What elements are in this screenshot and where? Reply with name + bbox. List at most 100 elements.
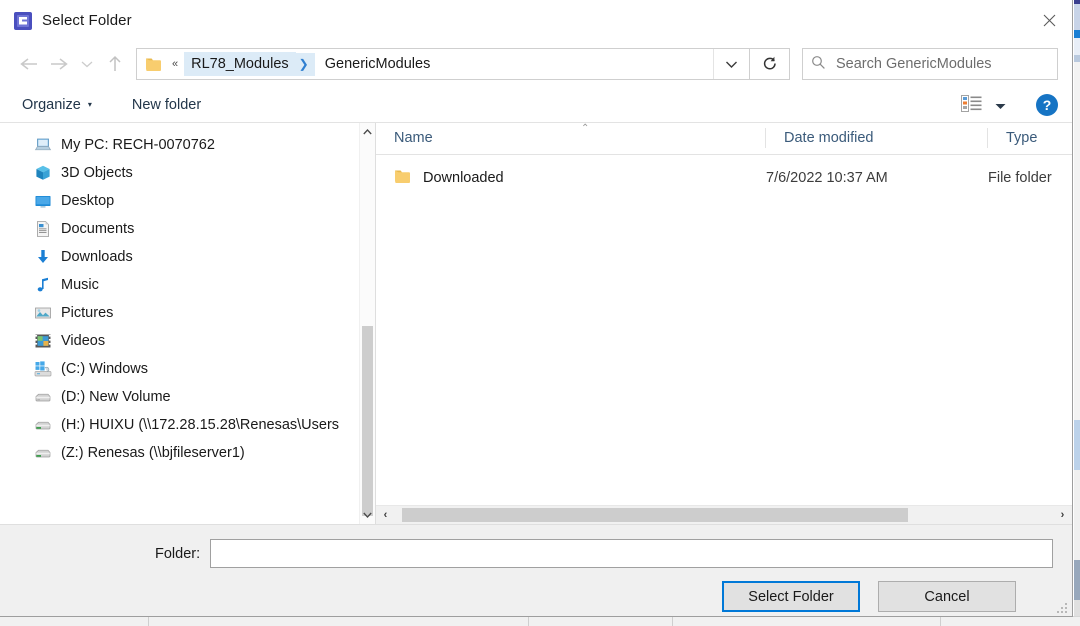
file-list: Downloaded 7/6/2022 10:37 AM File folder: [376, 155, 1072, 505]
downloads-icon: [34, 248, 52, 266]
column-header-label: Date modified: [784, 130, 874, 146]
sidebar-item-z-renesas[interactable]: (Z:) Renesas (\\bjfileserver1): [0, 439, 375, 467]
computer-icon: [34, 136, 52, 154]
row-date-modified: 7/6/2022 10:37 AM: [766, 170, 888, 186]
dialog-footer: Folder: Select Folder Cancel: [0, 524, 1072, 616]
arrow-left-icon[interactable]: [14, 49, 44, 79]
sidebar-item-label: My PC: RECH-0070762: [61, 137, 215, 153]
sidebar-item-3d-objects[interactable]: 3D Objects: [0, 159, 375, 187]
title-bar: Select Folder: [0, 0, 1072, 41]
view-layout-icon[interactable]: [961, 94, 983, 115]
sidebar-item-desktop[interactable]: Desktop: [0, 187, 375, 215]
file-list-pane: Name ⌃ Date modified Type Downloaded 7/6…: [376, 123, 1072, 524]
search-input[interactable]: Search GenericModules: [802, 48, 1058, 80]
sidebar-item-documents[interactable]: Documents: [0, 215, 375, 243]
sidebar-item-my-pc[interactable]: My PC: RECH-0070762: [0, 131, 375, 159]
breadcrumb-overflow-separator[interactable]: «: [166, 58, 184, 70]
address-bar-row: « RL78_Modules ❯ GenericModules Search G…: [0, 41, 1072, 87]
3d-objects-icon: [34, 164, 52, 182]
scrollbar-track[interactable]: [360, 141, 375, 516]
sidebar-item-label: (C:) Windows: [61, 361, 149, 377]
drive-icon: [34, 388, 52, 406]
chip-icon: [14, 11, 32, 30]
folder-field-row: Folder:: [0, 525, 1072, 568]
column-header-label: Name: [394, 130, 433, 146]
cancel-label: Cancel: [924, 588, 970, 605]
file-list-horizontal-scrollbar[interactable]: ‹ ›: [376, 505, 1072, 524]
organize-label: Organize: [22, 96, 81, 113]
sidebar-item-label: Videos: [61, 333, 106, 349]
sidebar-item-c-windows[interactable]: (C:) Windows: [0, 355, 375, 383]
scroll-right-arrow-icon[interactable]: ›: [1053, 506, 1072, 525]
sidebar-item-videos[interactable]: Videos: [0, 327, 375, 355]
arrow-right-icon[interactable]: [44, 49, 74, 79]
sidebar-item-label: (Z:) Renesas (\\bjfileserver1): [61, 445, 245, 461]
chevron-down-icon: ▾: [87, 100, 92, 109]
arrow-up-icon[interactable]: [100, 49, 130, 79]
breadcrumb-address-bar[interactable]: « RL78_Modules ❯ GenericModules: [136, 48, 750, 80]
row-name-label: Downloaded: [423, 170, 504, 186]
sidebar-item-h-huixu[interactable]: (H:) HUIXU (\\172.28.15.28\Renesas\Users: [0, 411, 375, 439]
help-label: ?: [1042, 96, 1052, 113]
column-header-date-modified[interactable]: Date modified: [766, 122, 988, 154]
sidebar-item-label: 3D Objects: [61, 165, 133, 181]
scrollbar-thumb[interactable]: [362, 326, 373, 516]
scroll-left-arrow-icon[interactable]: ‹: [376, 506, 395, 525]
breadcrumb-item-rl78-modules[interactable]: RL78_Modules: [184, 52, 296, 76]
sidebar-item-music[interactable]: Music: [0, 271, 375, 299]
pictures-icon: [34, 304, 52, 322]
sidebar-item-label: Music: [61, 277, 99, 293]
help-button[interactable]: ?: [1036, 93, 1058, 116]
horizontal-scrollbar-thumb[interactable]: [402, 508, 908, 522]
breadcrumb-chevron-right-icon[interactable]: ❯: [295, 52, 315, 76]
dialog-button-row: Select Folder Cancel: [0, 568, 1072, 612]
sidebar-item-label: Downloads: [61, 249, 133, 265]
new-folder-button[interactable]: New folder: [132, 97, 201, 113]
table-row[interactable]: Downloaded 7/6/2022 10:37 AM File folder: [376, 161, 1072, 195]
select-folder-dialog: Select Folder « RL78_Modules ❯ GenericMo…: [0, 0, 1073, 617]
cancel-button[interactable]: Cancel: [878, 581, 1016, 612]
background-window-right-edge: [1074, 0, 1080, 626]
view-dropdown-chevron-down-icon[interactable]: [995, 97, 1006, 113]
close-icon[interactable]: [1026, 0, 1072, 40]
folder-icon: [394, 169, 411, 187]
command-toolbar: Organize ▾ New folder ?: [0, 87, 1072, 123]
folder-input[interactable]: [210, 539, 1053, 568]
desktop-icon: [34, 192, 52, 210]
navigation-pane: My PC: RECH-0070762 3D Objects Desktop D…: [0, 123, 375, 524]
refresh-icon[interactable]: [750, 48, 790, 80]
search-placeholder: Search GenericModules: [836, 56, 992, 72]
sidebar-item-label: Pictures: [61, 305, 114, 321]
scroll-down-chevron-icon[interactable]: [360, 506, 375, 524]
row-name-cell: Downloaded: [376, 169, 766, 187]
select-folder-label: Select Folder: [748, 588, 834, 605]
new-folder-label: New folder: [131, 96, 202, 113]
resize-grip[interactable]: [1056, 601, 1068, 613]
dialog-body: My PC: RECH-0070762 3D Objects Desktop D…: [0, 123, 1072, 524]
row-type: File folder: [988, 170, 1052, 186]
sidebar-item-label: (H:) HUIXU (\\172.28.15.28\Renesas\Users: [61, 417, 340, 433]
folder-field-label: Folder:: [155, 545, 201, 562]
breadcrumb-item-genericmodules[interactable]: GenericModules: [315, 56, 433, 72]
videos-icon: [34, 332, 52, 350]
navigation-pane-scrollbar[interactable]: [359, 123, 375, 524]
search-icon: [811, 55, 826, 73]
sort-ascending-icon: ⌃: [581, 123, 590, 134]
scroll-up-chevron-icon[interactable]: [360, 123, 375, 141]
window-title: Select Folder: [42, 12, 132, 29]
navigation-tree: My PC: RECH-0070762 3D Objects Desktop D…: [0, 123, 375, 467]
select-folder-button[interactable]: Select Folder: [722, 581, 860, 612]
sidebar-item-label: Desktop: [61, 193, 115, 209]
network-drive-icon: [34, 416, 52, 434]
address-dropdown-chevron-down-icon[interactable]: [713, 49, 749, 79]
sidebar-item-d-new-volume[interactable]: (D:) New Volume: [0, 383, 375, 411]
sidebar-item-pictures[interactable]: Pictures: [0, 299, 375, 327]
column-header-type[interactable]: Type: [988, 122, 1072, 154]
network-drive-icon: [34, 444, 52, 462]
sidebar-item-downloads[interactable]: Downloads: [0, 243, 375, 271]
sidebar-item-label: (D:) New Volume: [61, 389, 171, 405]
music-icon: [34, 276, 52, 294]
column-header-name[interactable]: Name ⌃: [376, 122, 766, 154]
organize-button[interactable]: Organize ▾: [22, 97, 92, 113]
recent-locations-chevron-down-icon[interactable]: [74, 49, 100, 79]
